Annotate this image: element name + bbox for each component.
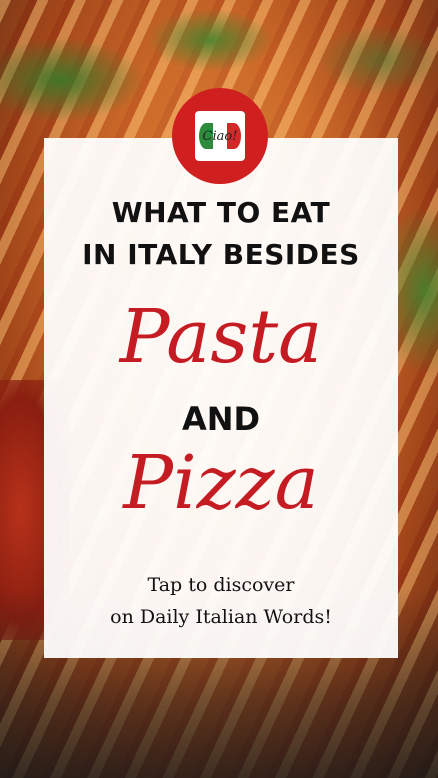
headline-line-1: WHAT TO EAT bbox=[111, 196, 331, 229]
logo-label: Ciao! bbox=[202, 128, 238, 144]
headline-line-2: IN ITALY BESIDES bbox=[82, 238, 360, 271]
headline-pasta: Pasta bbox=[119, 294, 323, 380]
ciao-logo: Ciao! bbox=[172, 88, 268, 184]
cta-line-2[interactable]: on Daily Italian Words! bbox=[44, 602, 398, 632]
speech-bubble-icon: Ciao! bbox=[195, 111, 245, 161]
headline-pizza: Pizza bbox=[123, 440, 319, 526]
cta-line-1[interactable]: Tap to discover bbox=[44, 570, 398, 600]
headline-and: AND bbox=[181, 400, 261, 438]
